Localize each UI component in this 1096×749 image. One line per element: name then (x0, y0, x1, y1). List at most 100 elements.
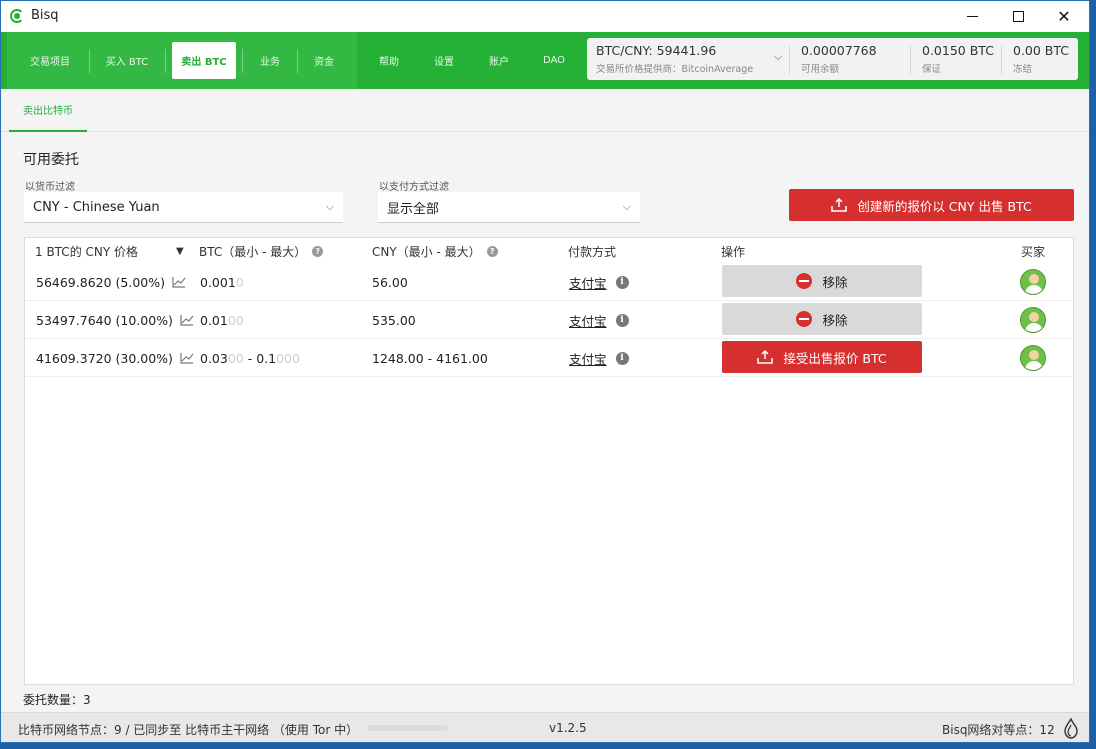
avatar-head (1029, 312, 1039, 322)
nav-markets[interactable]: 交易项目 (15, 42, 85, 79)
sort-descending-icon: ▼ (176, 245, 184, 257)
balance-divider (789, 46, 790, 74)
remove-icon (796, 311, 813, 327)
status-bar: 比特币网络节点：9 / 已同步至 比特币主干网络 （使用 Tor 中） v1.2… (1, 712, 1089, 742)
amount-cell: 0.001 0 (200, 263, 244, 301)
reserved-balance-label: 保证 (922, 64, 942, 75)
price-value: 56469.8620 (5.00%) (36, 274, 165, 290)
nav-settings[interactable]: 设置 (422, 42, 466, 79)
price-cell: 41609.3720 (30.00%) (36, 339, 194, 377)
remove-label: 移除 (822, 312, 848, 328)
take-offer-button[interactable]: 接受出售报价 BTC (722, 341, 922, 373)
table-row: 56469.8620 (5.00%) 0.001 0 56.00 支付宝 i 移除 (25, 263, 1073, 301)
price-value: 41609.3720 (30.00%) (36, 350, 173, 366)
info-icon[interactable]: i (615, 275, 629, 289)
nav-funds[interactable]: 资金 (301, 42, 347, 79)
reserved-balance-value: 0.0150 BTC (922, 43, 994, 58)
nav-buy-btc[interactable]: 买入 BTC (93, 42, 161, 79)
avatar-head (1029, 350, 1039, 360)
remove-label: 移除 (822, 274, 848, 290)
tab-sell-bitcoin[interactable]: 卖出比特币 (9, 89, 87, 132)
payment-filter-value: 显示全部 (387, 201, 440, 217)
maximize-button[interactable] (995, 1, 1041, 32)
create-offer-button[interactable]: 创建新的报价以 CNY 出售 BTC (789, 189, 1074, 221)
minimize-icon (966, 16, 978, 17)
column-header-amount[interactable]: BTC（最小 - 最大） ? (199, 238, 324, 264)
amount-min-padding: 00 (227, 312, 244, 328)
balance-divider (1001, 46, 1002, 74)
app-version: v1.2.5 (549, 721, 587, 735)
nav-portfolio[interactable]: 业务 (246, 42, 294, 79)
amount-min: 0.03 (200, 350, 228, 366)
price-chart-icon (180, 353, 194, 364)
app-window: Bisq ✕ 交易项目 买入 BTC 卖出 BTC 业务 资金 帮助 设置 账户… (0, 0, 1090, 743)
table-row: 53497.7640 (10.00%) 0.01 00 535.00 支付宝 i … (25, 301, 1073, 339)
create-offer-label: 创建新的报价以 CNY 出售 BTC (857, 198, 1032, 214)
available-balance-label: 可用余额 (801, 64, 840, 75)
nav-account[interactable]: 账户 (477, 42, 521, 79)
take-offer-label: 接受出售报价 BTC (783, 350, 887, 366)
window-title: Bisq (31, 8, 59, 23)
minimize-button[interactable] (949, 1, 995, 32)
price-cell: 56469.8620 (5.00%) (36, 263, 186, 301)
chevron-down-icon: ⌵ (325, 200, 334, 213)
remove-offer-button[interactable]: 移除 (722, 265, 922, 297)
close-button[interactable]: ✕ (1041, 1, 1087, 32)
column-header-volume[interactable]: CNY（最小 - 最大） ? (372, 238, 498, 264)
avatar-head (1029, 274, 1039, 284)
amount-min-padding: 0 (235, 274, 244, 290)
section-title: 可用委托 (23, 152, 79, 168)
payment-cell: 支付宝 i (569, 263, 629, 301)
locked-balance-value: 0.00 BTC (1013, 43, 1070, 58)
payment-method-link[interactable]: 支付宝 (569, 273, 607, 292)
sync-progress-bar (367, 725, 447, 731)
info-icon[interactable]: i (615, 351, 629, 365)
available-balance: 0.00007768 可用余额 (801, 43, 877, 75)
avatar-body (1025, 361, 1043, 370)
upload-icon (757, 350, 774, 364)
avatar[interactable] (1020, 345, 1046, 371)
payment-method-link[interactable]: 支付宝 (569, 349, 607, 368)
amount-max: 0.1 (256, 350, 277, 366)
table-row: 41609.3720 (30.00%) 0.03 00 - 0.1 000 1248… (25, 339, 1073, 377)
avatar[interactable] (1020, 269, 1046, 295)
bisq-logo-icon (10, 9, 24, 23)
main-nav: 交易项目 买入 BTC 卖出 BTC 业务 资金 帮助 设置 账户 DAO BT… (1, 32, 1089, 89)
avatar-body (1025, 285, 1043, 294)
price-value: 53497.7640 (10.00%) (36, 312, 173, 328)
nav-divider (89, 49, 90, 73)
currency-filter-value: CNY - Chinese Yuan (33, 199, 160, 215)
currency-filter-label: 以货币过滤 (25, 182, 75, 193)
payment-filter-select[interactable]: 显示全部 ⌵ (378, 192, 640, 223)
price-provider: 交易所价格提供商：BitcoinAverage (596, 64, 754, 75)
volume-cell: 56.00 (372, 274, 408, 290)
close-icon: ✕ (1057, 7, 1071, 26)
price-chart-icon (172, 277, 186, 288)
payment-cell: 支付宝 i (569, 339, 629, 377)
chevron-down-icon: ⌵ (774, 50, 783, 63)
remove-offer-button[interactable]: 移除 (722, 303, 922, 335)
nav-support[interactable]: 帮助 (367, 42, 411, 79)
amount-cell: 0.03 00 - 0.1 000 (200, 339, 300, 377)
currency-filter-select[interactable]: CNY - Chinese Yuan ⌵ (24, 192, 343, 223)
balance-panel: BTC/CNY: 59441.96 交易所价格提供商：BitcoinAverag… (587, 38, 1078, 80)
help-icon: ? (312, 245, 324, 257)
payment-method-link[interactable]: 支付宝 (569, 311, 607, 330)
market-price-selector[interactable]: BTC/CNY: 59441.96 交易所价格提供商：BitcoinAverag… (596, 43, 786, 75)
amount-header-label: BTC（最小 - 最大） (199, 244, 307, 259)
avatar[interactable] (1020, 307, 1046, 333)
nav-dao[interactable]: DAO (532, 42, 576, 79)
column-header-action: 操作 (721, 244, 746, 259)
help-icon: ? (486, 245, 498, 257)
maximize-icon (1012, 11, 1024, 22)
chevron-down-icon: ⌵ (622, 200, 631, 213)
column-header-price[interactable]: 1 BTC的 CNY 价格 ▼ (35, 238, 184, 264)
amount-cell: 0.01 00 (200, 301, 244, 339)
info-icon[interactable]: i (615, 313, 629, 327)
volume-cell: 1248.00 - 4161.00 (372, 350, 488, 366)
nav-sell-btc[interactable]: 卖出 BTC (172, 42, 236, 79)
column-header-payment[interactable]: 付款方式 (568, 238, 616, 264)
amount-max-padding: 000 (276, 350, 300, 366)
market-price: BTC/CNY: 59441.96 (596, 43, 717, 58)
nav-divider (242, 49, 243, 73)
